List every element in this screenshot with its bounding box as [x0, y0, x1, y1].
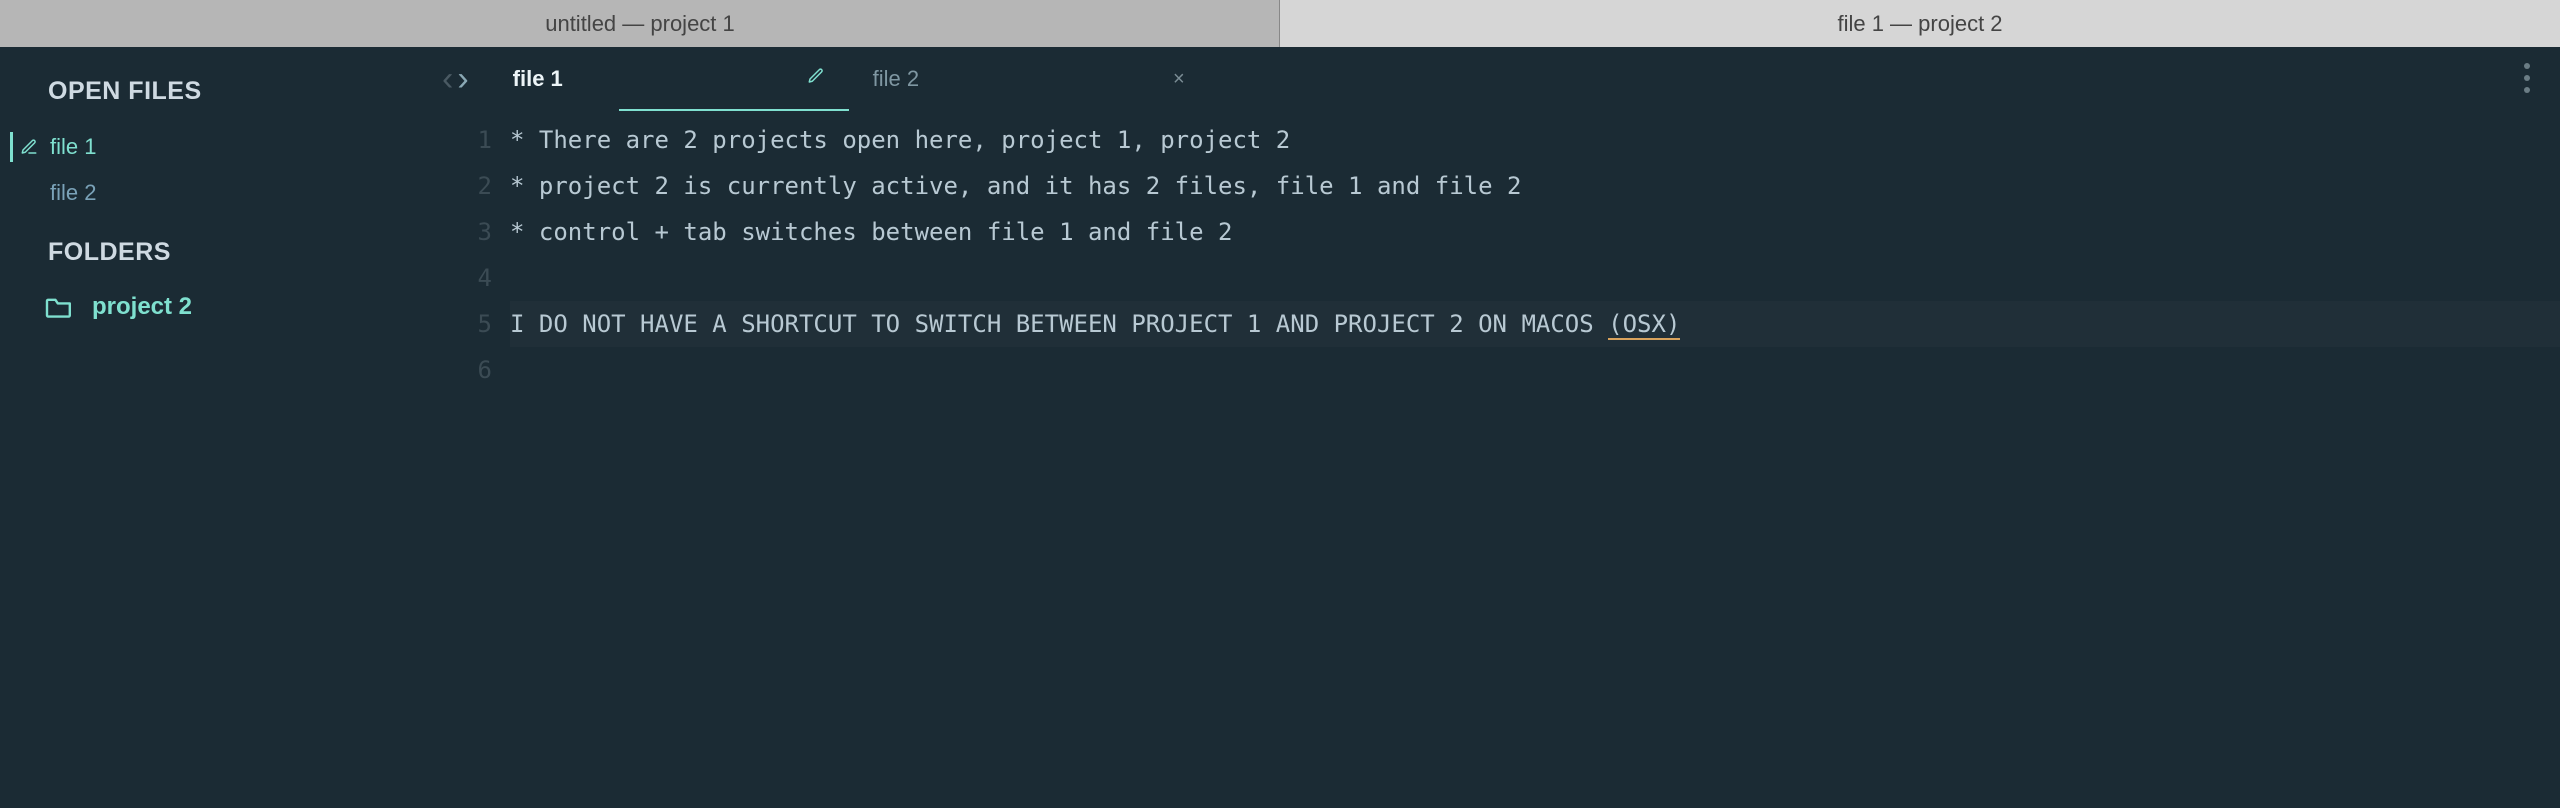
editor-pane: ‹ › file 1 file 2 × 123456 * There are 2…: [430, 47, 2560, 808]
spell-warning-token: (OSX): [1608, 310, 1680, 340]
file-tab-strip: ‹ › file 1 file 2 ×: [430, 47, 2560, 111]
code-line[interactable]: [510, 255, 2560, 301]
window-tab-project-1[interactable]: untitled — project 1: [0, 0, 1280, 47]
window-tab-label: file 1 — project 2: [1837, 11, 2002, 37]
sidebar: OPEN FILES file 1 file 2 FOLDERS project…: [0, 47, 430, 808]
file-tab-label: file 1: [513, 66, 563, 92]
open-files-heading: OPEN FILES: [0, 77, 430, 124]
nav-back-icon[interactable]: ‹: [442, 62, 453, 96]
file-tab-2[interactable]: file 2 ×: [849, 47, 1209, 111]
window-tab-label: untitled — project 1: [545, 11, 735, 37]
open-file-item-2[interactable]: file 2: [0, 170, 430, 216]
folder-item-project-2[interactable]: project 2: [0, 285, 430, 329]
pencil-icon: [807, 67, 825, 91]
code-area[interactable]: 123456 * There are 2 projects open here,…: [430, 111, 2560, 808]
main-area: OPEN FILES file 1 file 2 FOLDERS project…: [0, 47, 2560, 808]
folders-heading: FOLDERS: [0, 238, 430, 285]
folder-icon: [44, 295, 74, 319]
open-file-label: file 1: [48, 134, 96, 160]
code-line[interactable]: I DO NOT HAVE A SHORTCUT TO SWITCH BETWE…: [510, 301, 2560, 347]
close-icon[interactable]: ×: [1173, 68, 1185, 91]
pencil-icon: [20, 138, 38, 156]
folder-label: project 2: [92, 293, 192, 321]
window-tab-project-2[interactable]: file 1 — project 2: [1280, 0, 2560, 47]
file-tab-label: file 2: [873, 66, 919, 92]
code-lines[interactable]: * There are 2 projects open here, projec…: [510, 117, 2560, 808]
open-file-item-1[interactable]: file 1: [0, 124, 430, 170]
code-line[interactable]: * There are 2 projects open here, projec…: [510, 117, 2560, 163]
code-line[interactable]: [510, 347, 2560, 393]
window-tab-bar: untitled — project 1 file 1 — project 2: [0, 0, 2560, 47]
code-line[interactable]: * project 2 is currently active, and it …: [510, 163, 2560, 209]
kebab-menu-icon[interactable]: [2524, 63, 2530, 93]
nav-forward-icon[interactable]: ›: [457, 62, 468, 96]
tab-history-nav: ‹ ›: [442, 62, 489, 96]
code-line[interactable]: * control + tab switches between file 1 …: [510, 209, 2560, 255]
open-file-label: file 2: [48, 180, 96, 206]
line-number-gutter: 123456: [430, 117, 510, 808]
file-tab-1[interactable]: file 1: [489, 47, 849, 111]
